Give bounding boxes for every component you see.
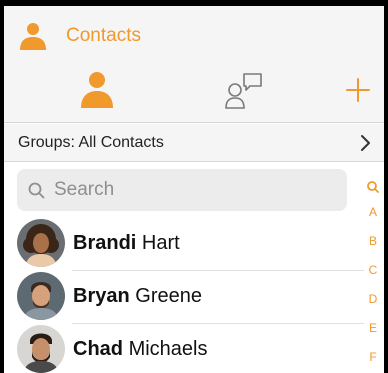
search-placeholder: Search (54, 179, 115, 200)
header: Contacts (4, 6, 384, 123)
page-title: Contacts (66, 25, 141, 46)
index-letter[interactable]: B (362, 227, 384, 256)
index-letter[interactable]: E (362, 314, 384, 343)
frame-edge (384, 0, 388, 373)
avatar (17, 219, 65, 267)
contact-name: Bryan Greene (73, 284, 202, 307)
index-letter[interactable]: C (362, 256, 384, 285)
contact-name: Chad Michaels (73, 337, 208, 360)
frame-edge (0, 0, 4, 373)
person-chat-icon (225, 73, 262, 109)
avatar (17, 325, 65, 373)
chevron-right-icon (361, 135, 370, 151)
contact-name: Brandi Hart (73, 231, 180, 254)
plus-icon (346, 78, 370, 102)
avatar (17, 272, 65, 320)
title-row: Contacts (18, 20, 141, 52)
groups-label: Groups: All Contacts (18, 133, 164, 151)
contact-row[interactable]: Brandi Hart (4, 217, 364, 269)
search-icon (28, 182, 45, 198)
contact-row[interactable]: Bryan Greene (4, 270, 364, 322)
contact-row[interactable]: Chad Michaels (4, 323, 364, 373)
index-letter[interactable]: F (362, 343, 384, 372)
groups-selector[interactable]: Groups: All Contacts (4, 124, 384, 162)
person-icon (81, 72, 113, 108)
search-input[interactable]: Search (17, 169, 347, 211)
search-icon[interactable] (362, 176, 384, 198)
contacts-screen: Contacts Groups: All Contacts Search Bra… (4, 6, 384, 373)
frame-edge (0, 0, 388, 6)
index-letter[interactable]: D (362, 285, 384, 314)
person-icon (20, 23, 46, 50)
tab-contacts[interactable] (76, 68, 118, 112)
index-letter[interactable]: A (362, 198, 384, 227)
section-index[interactable]: A B C D E F (362, 176, 384, 372)
tab-messages[interactable] (222, 68, 266, 112)
add-contact-button[interactable] (344, 68, 372, 112)
